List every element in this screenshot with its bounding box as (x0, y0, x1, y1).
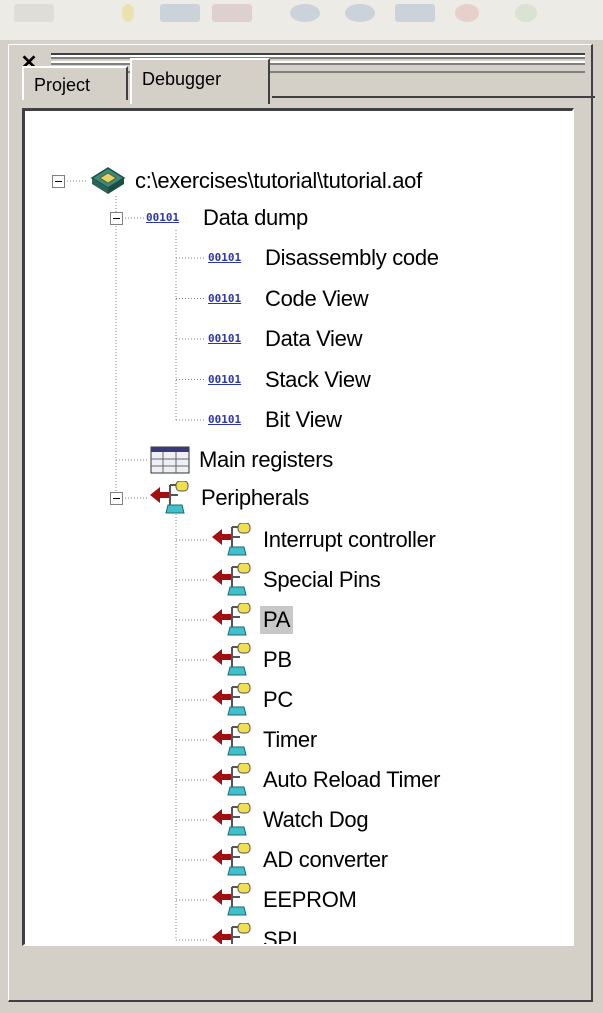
tree-item-data-dump-child[interactable]: 00101 Data View (208, 323, 365, 355)
peripheral-icon (212, 883, 251, 916)
registers-icon (150, 446, 190, 474)
peripheral-icon (212, 843, 251, 876)
toolbar-button-icon[interactable] (160, 4, 200, 22)
chip-icon (90, 167, 126, 194)
tree-item-label: Timer (263, 727, 317, 752)
toolbar-remnant (0, 0, 603, 40)
tree-item-label: EEPROM (263, 887, 357, 912)
toolbar-button-icon[interactable] (515, 4, 537, 22)
peripheral-icon (150, 481, 189, 514)
toolbar-button-icon[interactable] (395, 4, 435, 22)
binary-data-icon: 00101 (208, 372, 242, 386)
toolbar-button-icon[interactable] (212, 4, 252, 22)
tree-item-data-dump-child[interactable]: 00101 Bit View (208, 404, 345, 436)
peripheral-icon (212, 763, 251, 796)
peripheral-icon (212, 923, 251, 944)
binary-data-icon: 00101 (208, 332, 242, 345)
tree-item-label: Data dump (203, 205, 308, 230)
binary-data-icon: 00101 (208, 251, 242, 264)
tree-item-label: Main registers (199, 447, 333, 472)
tree-item-peripheral[interactable]: Timer (210, 723, 320, 756)
toolbar-button-icon[interactable] (14, 4, 54, 22)
binary-data-icon: 00101 (208, 291, 242, 305)
tree-item-data-dump-child[interactable]: 00101 Code View (208, 283, 371, 315)
tree-item-label: Special Pins (263, 567, 381, 592)
tree-item-label: Bit View (265, 407, 342, 432)
collapse-toggle-icon[interactable] (110, 212, 123, 225)
tree-item-label: c:\exercises\tutorial\tutorial.aof (135, 168, 422, 193)
tree-item-peripheral[interactable]: Interrupt controller (210, 523, 439, 556)
tree-item-peripheral[interactable]: EEPROM (210, 883, 360, 916)
tree-item-label: AD converter (263, 847, 388, 872)
tree-item-label: Stack View (265, 366, 371, 392)
toolbar-button-icon[interactable] (455, 4, 479, 22)
tree-item-label: Interrupt controller (263, 527, 436, 552)
tree-item-data-dump[interactable]: 00101 Data dump (146, 202, 311, 234)
tree-item-label: PB (263, 647, 292, 672)
peripheral-icon (212, 603, 251, 636)
tree-item-label: PC (263, 687, 293, 712)
toolbar-button-icon[interactable] (345, 4, 375, 22)
collapse-toggle-icon[interactable] (52, 175, 65, 188)
tree-item-label: Data View (265, 326, 363, 351)
tree-item-label: SPI (263, 927, 298, 946)
tree-item-root[interactable]: c:\exercises\tutorial\tutorial.aof (90, 165, 425, 197)
binary-data-icon: 00101 (208, 413, 242, 426)
tree-item-peripherals[interactable]: Peripherals (148, 481, 312, 514)
tree-item-label: PA (260, 606, 294, 634)
tab-debugger[interactable]: Debugger (130, 58, 270, 104)
tree-item-label: Watch Dog (263, 807, 369, 832)
peripheral-icon (212, 803, 251, 836)
tab-project[interactable]: Project (22, 66, 128, 100)
tree-item-label: Peripherals (201, 485, 309, 510)
toolbar-button-icon[interactable] (290, 4, 320, 22)
tree-item-peripheral[interactable]: PB (210, 643, 295, 676)
tree-item-peripheral[interactable]: Special Pins (210, 563, 383, 596)
tree-item-peripheral[interactable]: AD converter (210, 843, 391, 876)
debugger-tree-view[interactable]: c:\exercises\tutorial\tutorial.aof 00101 D… (22, 108, 574, 946)
collapse-toggle-icon[interactable] (110, 492, 123, 505)
tree-item-label: Code View (265, 285, 369, 311)
binary-data-icon: 00101 (146, 211, 180, 224)
tree-item-data-dump-child[interactable]: 00101 Stack View (208, 364, 373, 396)
peripheral-icon (212, 643, 251, 676)
tree-item-label: Disassembly code (265, 245, 439, 270)
tree-item-peripheral[interactable]: Watch Dog (210, 803, 371, 836)
peripheral-icon (212, 523, 251, 556)
tree-item-label: Auto Reload Timer (263, 767, 441, 792)
tree-item-peripheral[interactable]: PC (210, 683, 296, 716)
tree-item-peripheral[interactable]: SPI (210, 923, 301, 946)
tree-item-data-dump-child[interactable]: 00101 Disassembly code (208, 242, 442, 274)
tree-item-main-registers[interactable]: Main registers (150, 444, 336, 476)
peripheral-icon (212, 723, 251, 756)
tab-divider (272, 96, 595, 98)
tree-item-peripheral[interactable]: Auto Reload Timer (210, 763, 443, 796)
toolbar-button-icon[interactable] (122, 4, 134, 22)
tab-label: Debugger (142, 69, 222, 89)
tree-item-peripheral[interactable]: PA (210, 603, 294, 636)
peripheral-icon (212, 683, 251, 716)
peripheral-icon (212, 563, 251, 596)
tab-label: Project (34, 75, 91, 95)
